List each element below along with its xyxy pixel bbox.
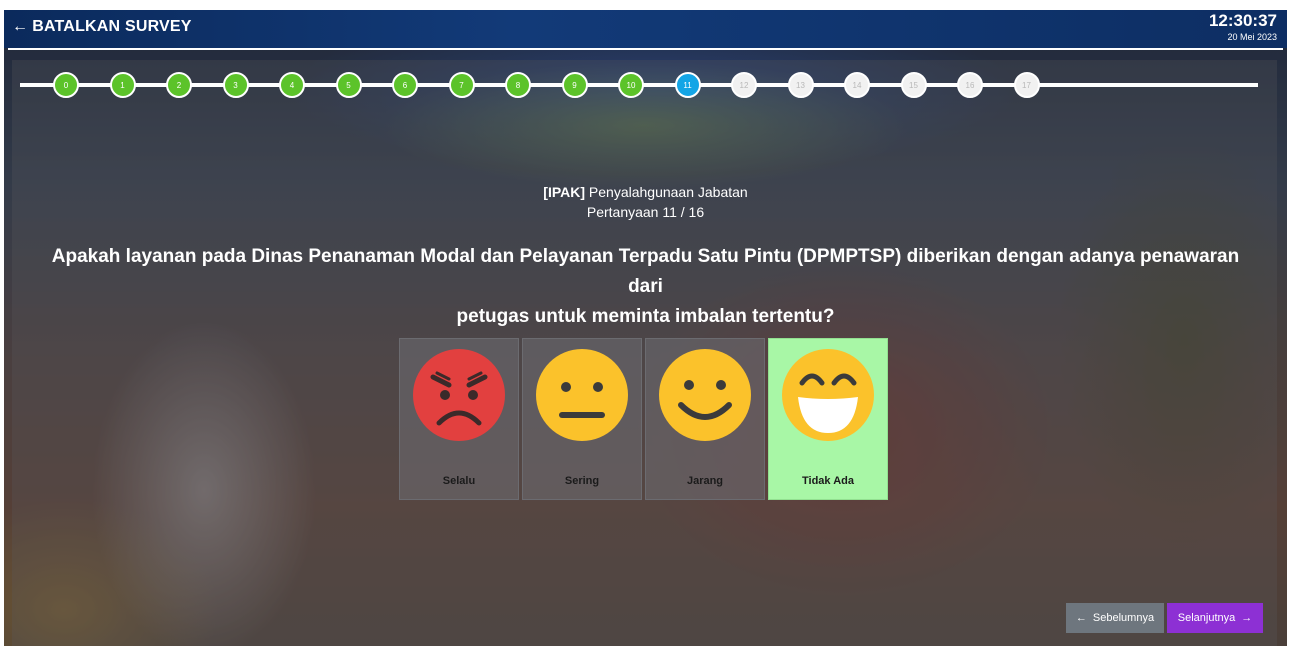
clock-date: 20 Mei 2023 (1227, 32, 1277, 42)
step-1: 1 (109, 72, 136, 98)
previous-button[interactable]: ← Sebelumnya (1066, 603, 1164, 633)
option-label: Selalu (442, 475, 476, 487)
step-3: 3 (222, 72, 249, 98)
top-bar: ← BATALKAN SURVEY 12:30:37 20 Mei 2023 (4, 10, 1287, 48)
step-7: 7 (448, 72, 475, 98)
step-9: 9 (561, 72, 588, 98)
step-5: 5 (335, 72, 362, 98)
question-line-1: Apakah layanan pada Dinas Penanaman Moda… (51, 246, 1240, 297)
question-counter: Pertanyaan 11 / 16 (586, 204, 705, 220)
header-divider (8, 48, 1283, 50)
question-line-2: petugas untuk meminta imbalan tertentu? (456, 306, 835, 327)
option-label: Jarang (686, 475, 724, 487)
previous-label: Sebelumnya (1092, 612, 1155, 624)
option-label: Tidak Ada (802, 475, 854, 487)
arrow-right-icon: → (1241, 612, 1253, 624)
option-tidak-ada[interactable]: Tidak Ada (768, 338, 888, 500)
option-sering[interactable]: Sering (522, 338, 642, 500)
step-14: 14 (844, 72, 870, 98)
cancel-survey-label: BATALKAN SURVEY (32, 18, 192, 35)
arrow-left-icon: ← (12, 18, 29, 35)
clock-time: 12:30:37 (1208, 11, 1277, 30)
clock: 12:30:37 20 Mei 2023 (1209, 11, 1277, 42)
answer-options: Selalu Sering Jarang Tidak Ada (399, 338, 888, 500)
neutral-face-icon (536, 349, 628, 441)
arrow-left-icon: ← (1075, 612, 1087, 624)
step-6: 6 (392, 72, 418, 98)
option-selalu[interactable]: Selalu (399, 338, 519, 500)
step-4: 4 (279, 72, 305, 98)
category-name: Penyalahgunaan Jabatan (588, 184, 748, 200)
step-15: 15 (900, 72, 927, 98)
step-17: 17 (1013, 72, 1040, 98)
step-10: 10 (618, 72, 644, 98)
step-11: 11 (674, 72, 701, 98)
slight-smile-face-icon (659, 349, 751, 441)
cancel-survey-button[interactable]: ← BATALKAN SURVEY (12, 18, 192, 36)
step-8: 8 (505, 72, 531, 98)
step-0: 0 (53, 72, 79, 98)
step-13: 13 (787, 72, 814, 98)
step-16: 16 (957, 72, 983, 98)
next-label: Selanjutnya (1177, 612, 1236, 624)
step-2: 2 (166, 72, 192, 98)
step-12: 12 (731, 72, 757, 98)
angry-face-icon (413, 349, 505, 441)
next-button[interactable]: Selanjutnya → (1167, 603, 1263, 633)
question-header: [IPAK] Penyalahgunaan Jabatan Pertanyaan… (0, 182, 1291, 222)
grinning-face-icon (782, 349, 874, 441)
option-jarang[interactable]: Jarang (645, 338, 765, 500)
category-tag: [IPAK] (543, 184, 586, 200)
question-text: Apakah layanan pada Dinas Penanaman Moda… (40, 242, 1251, 332)
option-label: Sering (564, 475, 600, 487)
